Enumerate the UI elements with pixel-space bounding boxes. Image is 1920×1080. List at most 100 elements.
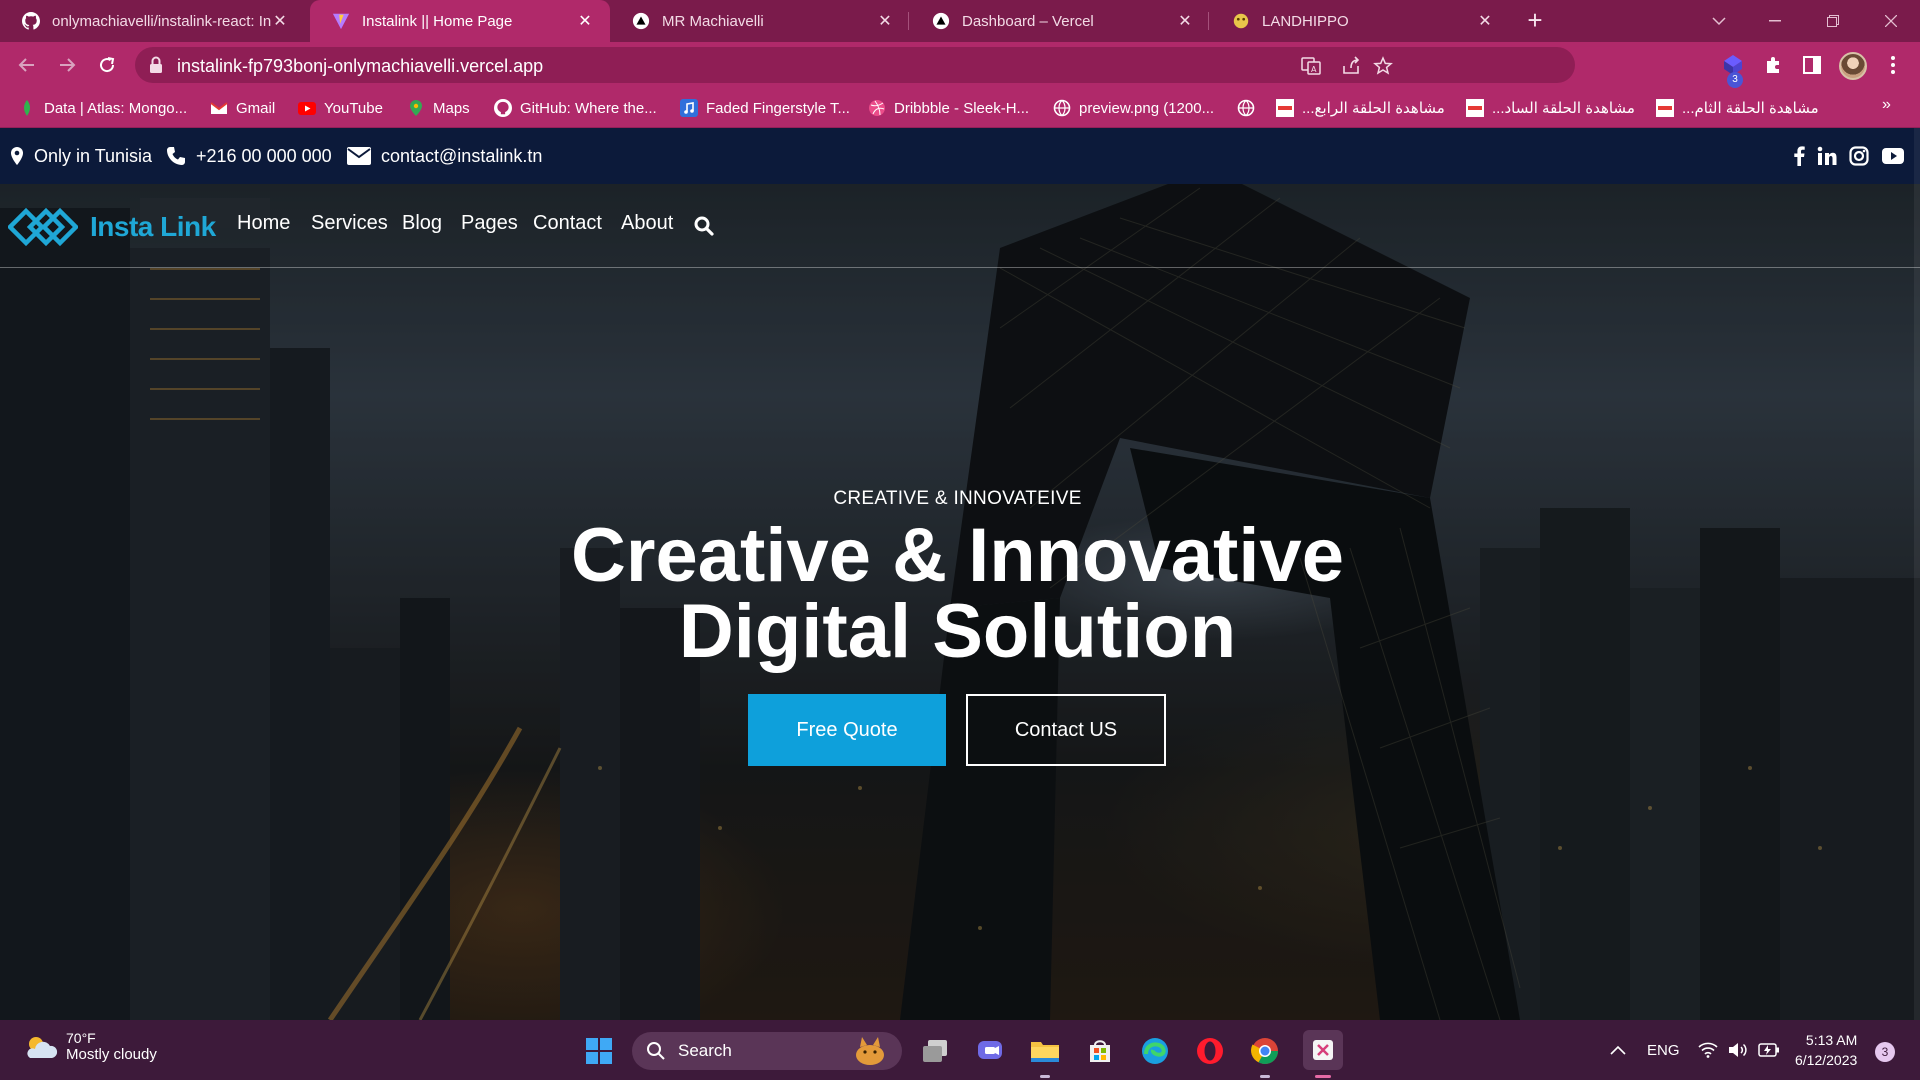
hero-headline-line-2: Digital Solution: [678, 589, 1237, 674]
teams-chat-icon[interactable]: [973, 1034, 1007, 1068]
tab-mr-machiavelli[interactable]: MR Machiavelli ✕: [610, 0, 910, 42]
site-icon: [1466, 99, 1484, 117]
close-icon[interactable]: ✕: [1476, 11, 1494, 31]
tab-instalink[interactable]: Instalink || Home Page ✕: [310, 0, 610, 42]
bookmark-dribbble[interactable]: Dribbble - Sleek-H...: [868, 88, 1029, 128]
clock-date: 6/12/2023: [1795, 1052, 1858, 1068]
bookmark-label: Dribbble - Sleek-H...: [894, 99, 1030, 117]
more-menu-icon[interactable]: [1880, 52, 1906, 78]
windows-start-icon[interactable]: [582, 1034, 616, 1068]
site-icon: [1276, 99, 1294, 117]
microsoft-store-icon[interactable]: [1083, 1034, 1117, 1068]
bookmark-arabic-1[interactable]: مشاهدة الحلقة الرابع...: [1276, 88, 1445, 128]
chrome-icon[interactable]: [1248, 1034, 1282, 1068]
vercel-icon: [932, 12, 950, 30]
active-indicator: [1315, 1075, 1331, 1078]
taskbar-search[interactable]: Search: [632, 1032, 902, 1070]
extension-badge: 3: [1727, 72, 1743, 88]
free-quote-button[interactable]: Free Quote: [748, 694, 946, 766]
avatar[interactable]: [1839, 52, 1867, 80]
address-bar[interactable]: instalink-fp793bonj-onlymachiavelli.verc…: [135, 47, 1575, 83]
clock-time: 5:13 AM: [1805, 1032, 1858, 1048]
battery-icon[interactable]: [1758, 1020, 1780, 1080]
close-icon[interactable]: ✕: [1176, 11, 1194, 31]
bookmark-label: preview.png (1200...: [1079, 99, 1215, 117]
new-tab-button[interactable]: +: [1520, 6, 1550, 36]
hero-eyebrow: CREATIVE & INNOVATEIVE: [833, 488, 1082, 509]
tab-separator: [908, 12, 909, 30]
close-window-button[interactable]: [1862, 0, 1920, 42]
windows-taskbar: 70°F Mostly cloudy Search ENG 5:13 AM 6/…: [0, 1020, 1920, 1080]
contact-us-button[interactable]: Contact US: [966, 694, 1166, 766]
browser-toolbar: instalink-fp793bonj-onlymachiavelli.verc…: [0, 42, 1920, 88]
bookmark-label: YouTube: [324, 99, 383, 117]
search-icon: [647, 1042, 665, 1060]
bookmark-arabic-3[interactable]: مشاهدة الحلقة الثام...: [1656, 88, 1819, 128]
bookmark-mongodb[interactable]: Data | Atlas: Mongo...: [18, 88, 187, 128]
cat-icon: [856, 1037, 884, 1065]
tab-search-button[interactable]: [1690, 0, 1748, 42]
vite-icon: [332, 12, 350, 30]
back-button[interactable]: [12, 50, 42, 80]
weather-temperature: 70°F: [66, 1030, 96, 1046]
opera-icon[interactable]: [1193, 1034, 1227, 1068]
bookmark-arabic-2[interactable]: مشاهدة الحلقة الساد...: [1466, 88, 1635, 128]
bookmark-label: Gmail: [236, 99, 276, 117]
tray-chevron-up-icon[interactable]: [1610, 1020, 1626, 1080]
volume-icon[interactable]: [1728, 1020, 1748, 1080]
hero-headline-line-1: Creative & Innovative: [571, 513, 1344, 598]
tab-vercel-dashboard[interactable]: Dashboard – Vercel ✕: [910, 0, 1210, 42]
system-clock[interactable]: 5:13 AM 6/12/2023: [1795, 1030, 1857, 1070]
weather-condition: Mostly cloudy: [66, 1046, 157, 1063]
language-indicator[interactable]: ENG: [1647, 1020, 1680, 1080]
minimize-button[interactable]: [1746, 0, 1804, 42]
notification-badge[interactable]: 3: [1875, 1042, 1895, 1062]
tab-landhippo[interactable]: LANDHIPPO ✕: [1210, 0, 1510, 42]
active-indicator: [1040, 1075, 1050, 1078]
file-explorer-icon[interactable]: [1028, 1034, 1062, 1068]
bookmark-preview[interactable]: preview.png (1200...: [1053, 88, 1214, 128]
globe-icon: [1237, 99, 1255, 117]
lock-icon: [149, 56, 163, 79]
side-panel-icon[interactable]: [1799, 52, 1825, 78]
minimize-icon: [1769, 20, 1781, 22]
bookmark-label: Data | Atlas: Mongo...: [44, 99, 188, 117]
extensions-puzzle-icon[interactable]: [1760, 52, 1786, 78]
bookmark-label: Faded Fingerstyle T...: [706, 99, 850, 117]
page-scrollbar[interactable]: [1914, 128, 1920, 1020]
tab-title: onlymachiavelli/instalink-react: In: [52, 12, 271, 30]
chevron-double-right-icon[interactable]: »: [1882, 96, 1891, 114]
wifi-icon[interactable]: [1698, 1020, 1718, 1080]
translate-icon[interactable]: A: [1300, 55, 1322, 77]
forward-button[interactable]: [52, 50, 82, 80]
edge-icon[interactable]: [1138, 1034, 1172, 1068]
bookmark-globe[interactable]: [1237, 88, 1263, 128]
close-icon[interactable]: ✕: [576, 11, 594, 31]
bookmark-faded[interactable]: Faded Fingerstyle T...: [680, 88, 850, 128]
bookmark-label: مشاهدة الحلقة الساد...: [1492, 100, 1635, 117]
bookmark-maps[interactable]: Maps: [407, 88, 470, 128]
tab-title: MR Machiavelli: [662, 12, 764, 30]
bookmark-gmail[interactable]: Gmail: [210, 88, 275, 128]
active-indicator: [1260, 1075, 1270, 1078]
tab-title: LANDHIPPO: [1262, 12, 1349, 30]
maps-icon: [407, 99, 425, 117]
close-icon[interactable]: ✕: [271, 11, 289, 31]
bookmark-star-icon[interactable]: [1372, 55, 1394, 77]
bookmark-github[interactable]: GitHub: Where the...: [494, 88, 657, 128]
restore-button[interactable]: [1804, 0, 1862, 42]
close-icon: [1885, 15, 1897, 27]
tab-github[interactable]: onlymachiavelli/instalink-react: In ✕: [0, 0, 305, 42]
vercel-icon: [632, 12, 650, 30]
task-view-icon[interactable]: [918, 1034, 952, 1068]
snipping-tool-icon[interactable]: [1303, 1030, 1343, 1070]
youtube-icon: [298, 99, 316, 117]
bookmark-label: Maps: [433, 99, 470, 117]
bookmark-youtube[interactable]: YouTube: [298, 88, 383, 128]
weather-widget[interactable]: 70°F Mostly cloudy: [22, 1030, 157, 1063]
tab-separator: [1208, 12, 1209, 30]
close-icon[interactable]: ✕: [876, 11, 894, 31]
reload-button[interactable]: [92, 50, 122, 80]
github-icon: [494, 99, 512, 117]
share-icon[interactable]: [1340, 55, 1362, 77]
